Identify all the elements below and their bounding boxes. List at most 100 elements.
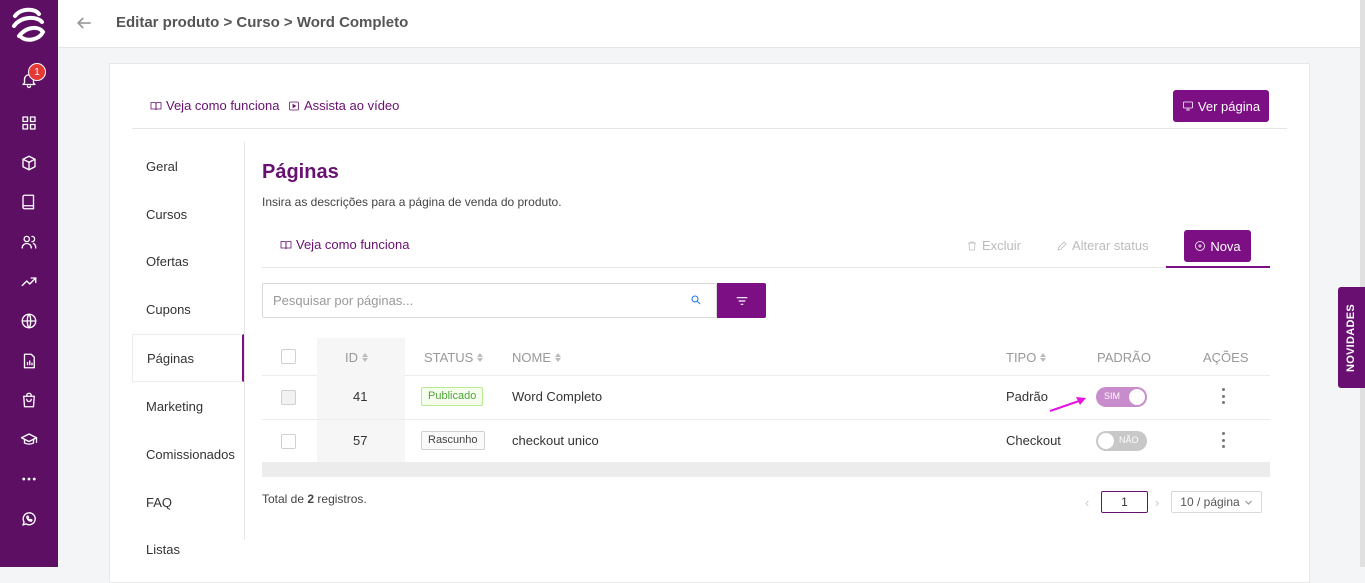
new-page-button[interactable]: Nova [1184, 230, 1251, 262]
app-sidebar: 1 [0, 0, 58, 567]
row-checkbox[interactable] [281, 390, 296, 405]
status-badge: Publicado [421, 387, 484, 406]
more-icon[interactable] [17, 467, 41, 491]
back-arrow-icon[interactable] [74, 13, 96, 35]
page-number-input[interactable]: 1 [1101, 491, 1148, 513]
select-all-checkbox[interactable] [281, 349, 296, 364]
nav-item-cupons[interactable]: Cupons [132, 285, 244, 333]
breadcrumb: Editar produto > Curso > Word Completo [116, 14, 409, 31]
annotation-arrow-icon [1049, 397, 1086, 412]
news-side-tab[interactable]: NOVIDADES [1338, 287, 1365, 388]
default-toggle[interactable]: SIM [1096, 387, 1147, 407]
dashboard-icon[interactable] [17, 111, 41, 135]
users-icon[interactable] [17, 230, 41, 254]
product-card: Veja como funciona Assista ao vídeo Ver … [109, 63, 1310, 583]
search-input[interactable] [262, 283, 717, 318]
book-open-icon [150, 101, 162, 110]
prev-page-icon[interactable]: ‹ [1085, 495, 1089, 510]
row-name: checkout unico [512, 433, 599, 448]
table-row[interactable]: 41 Publicado Word Completo Padrão SIM [262, 376, 1270, 420]
toggle-knob [1098, 433, 1114, 449]
sort-icon [477, 353, 484, 362]
monitor-icon [1183, 101, 1193, 111]
new-page-label: Nova [1210, 238, 1241, 254]
plus-circle-icon [1195, 241, 1206, 251]
header-status[interactable]: STATUS [424, 350, 484, 365]
per-page-label: 10 / página [1180, 495, 1240, 509]
page-subtitle: Insira as descrições para a página de ve… [262, 195, 562, 209]
news-side-tab-label: NOVIDADES [1345, 303, 1358, 372]
header-actions: AÇÕES [1203, 350, 1249, 365]
nav-item-listas[interactable]: Listas [132, 525, 244, 573]
table-row[interactable]: 57 Rascunho checkout unico Checkout NÃO [262, 420, 1270, 464]
nav-divider [244, 142, 245, 540]
view-page-label: Ver página [1197, 98, 1261, 114]
page-scrollbar[interactable] [1360, 0, 1365, 567]
row-name: Word Completo [512, 389, 603, 404]
graduation-cap-icon[interactable] [17, 428, 41, 452]
header-type[interactable]: TIPO [1006, 350, 1047, 365]
header-type-label: TIPO [1006, 350, 1037, 365]
header-name[interactable]: NOME [512, 350, 561, 365]
header-status-label: STATUS [424, 350, 474, 365]
nav-item-marketing[interactable]: Marketing [132, 382, 244, 430]
row-id: 57 [353, 433, 368, 448]
trash-icon [968, 241, 976, 250]
header-id-label: ID [345, 350, 358, 365]
trending-up-icon[interactable] [17, 269, 41, 293]
per-page-select[interactable]: 10 / página [1171, 491, 1262, 513]
notification-badge: 1 [28, 63, 46, 81]
toggle-label: NÃO [1119, 435, 1139, 445]
change-status-label: Alterar status [1072, 238, 1149, 253]
status-badge: Rascunho [421, 431, 485, 450]
filter-button[interactable] [717, 283, 766, 318]
box-icon[interactable] [17, 151, 41, 175]
nav-item-faq[interactable]: FAQ [132, 478, 244, 526]
row-actions-icon[interactable] [1220, 388, 1226, 404]
logo-icon[interactable] [9, 4, 49, 44]
row-actions-icon[interactable] [1220, 432, 1226, 448]
row-checkbox[interactable] [281, 434, 296, 449]
row-id: 41 [353, 389, 368, 404]
shopping-bag-icon[interactable] [17, 388, 41, 412]
globe-icon[interactable] [17, 309, 41, 333]
toggle-label: SIM [1104, 391, 1121, 401]
book-icon[interactable] [17, 190, 41, 214]
search-icon[interactable] [690, 293, 704, 307]
nav-item-cursos[interactable]: Cursos [132, 190, 244, 238]
watch-video-label: Assista ao vídeo [304, 98, 400, 113]
delete-button[interactable]: Excluir [966, 238, 1021, 253]
whatsapp-icon[interactable] [17, 507, 41, 531]
nav-item-paginas[interactable]: Páginas [132, 334, 244, 382]
how-it-works-label: Veja como funciona [166, 98, 280, 113]
toolbar-underline [1166, 266, 1270, 268]
sort-icon [362, 353, 368, 362]
sort-icon [555, 353, 561, 362]
report-icon[interactable] [17, 349, 41, 373]
header-id[interactable]: ID [345, 350, 368, 365]
how-it-works-link[interactable]: Veja como funciona [150, 98, 279, 113]
next-page-icon[interactable]: › [1155, 495, 1159, 510]
nav-item-ofertas[interactable]: Ofertas [132, 237, 244, 285]
chevron-down-icon [1244, 500, 1252, 505]
section-how-it-works-link[interactable]: Veja como funciona [280, 237, 409, 252]
delete-label: Excluir [982, 238, 1022, 253]
default-toggle[interactable]: NÃO [1096, 431, 1147, 451]
play-icon [289, 101, 299, 110]
header-divider [132, 128, 1287, 129]
sort-icon [1040, 353, 1047, 362]
total-prefix: Total de [262, 492, 308, 506]
header-default: PADRÃO [1097, 350, 1151, 365]
change-status-button[interactable]: Alterar status [1056, 238, 1149, 253]
row-type: Padrão [1006, 389, 1048, 404]
row-type: Checkout [1006, 433, 1061, 448]
book-open-icon [280, 240, 292, 249]
view-page-button[interactable]: Ver página [1173, 90, 1269, 122]
nav-item-geral[interactable]: Geral [132, 142, 244, 190]
table-header: ID STATUS NOME TIPO PADRÃO AÇÕES [262, 338, 1270, 376]
table-horizontal-scrollbar[interactable] [262, 462, 1270, 477]
total-suffix: registros. [314, 492, 367, 506]
nav-item-comissionados[interactable]: Comissionados [132, 430, 244, 478]
watch-video-link[interactable]: Assista ao vídeo [288, 98, 399, 113]
pencil-icon [1057, 240, 1067, 251]
